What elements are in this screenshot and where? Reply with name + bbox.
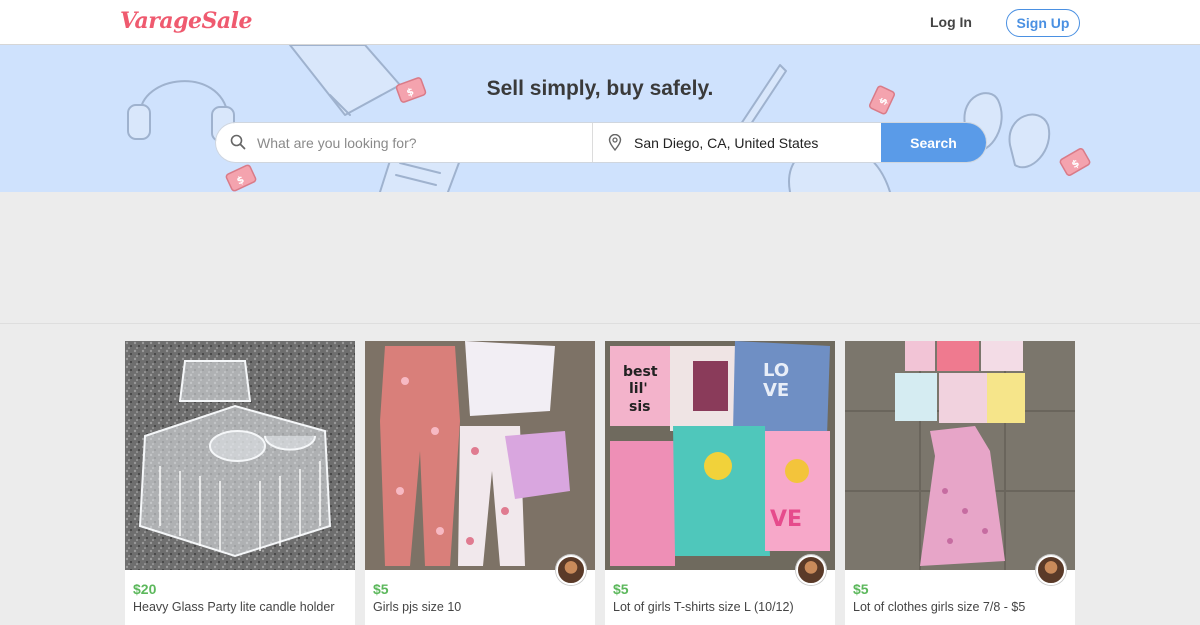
search-icon (230, 134, 246, 150)
search-button[interactable]: Search (881, 123, 986, 162)
location-input[interactable] (593, 123, 881, 162)
svg-text:VE: VE (770, 507, 802, 532)
seller-avatar[interactable] (556, 555, 586, 585)
svg-text:best: best (623, 364, 658, 380)
hero-banner: $ $ $ $ Sell simply, buy safely. Search (0, 45, 1200, 192)
location-pin-icon (608, 134, 622, 151)
listing-photo (125, 341, 355, 570)
listing-photo (845, 341, 1075, 570)
search-input[interactable] (216, 123, 592, 162)
listing-photo (365, 341, 595, 570)
svg-text:LO: LO (763, 360, 789, 381)
listing-price: $5 (373, 581, 389, 597)
listing-card[interactable]: $5 Girls pjs size 10 (365, 341, 595, 625)
listing-card[interactable]: best lil' sis LO VE VE $5 Lot of girls T-sh… (605, 341, 835, 625)
login-link[interactable]: Log In (930, 14, 972, 30)
svg-text:lil': lil' (629, 381, 648, 397)
signup-button[interactable]: Sign Up (1006, 9, 1080, 37)
listing-card[interactable]: $5 Lot of clothes girls size 7/8 - $5 (845, 341, 1075, 625)
ad-placeholder (0, 192, 1200, 324)
listing-title: Heavy Glass Party lite candle holder (133, 600, 335, 614)
hero-illustration: $ $ $ $ (127, 45, 1091, 192)
listings-grid: $20 Heavy Glass Party lite candle holder… (125, 341, 1075, 625)
listing-price: $5 (613, 581, 629, 597)
search-bar: Search (216, 123, 986, 162)
keyword-search-field[interactable] (216, 123, 593, 162)
svg-text:VE: VE (763, 380, 789, 401)
seller-avatar[interactable] (1036, 555, 1066, 585)
listing-price: $20 (133, 581, 157, 597)
svg-text:sis: sis (629, 399, 650, 415)
listing-title: Lot of clothes girls size 7/8 - $5 (853, 600, 1026, 614)
seller-avatar[interactable] (796, 555, 826, 585)
varagesale-logo[interactable]: VarageSale (120, 8, 253, 34)
location-field[interactable] (593, 123, 881, 162)
hero-tagline: Sell simply, buy safely. (486, 77, 714, 100)
listing-title: Lot of girls T-shirts size L (10/12) (613, 600, 794, 614)
listing-title: Girls pjs size 10 (373, 600, 462, 614)
top-navigation-bar: VarageSale Log In Sign Up (0, 0, 1200, 45)
listing-price: $5 (853, 581, 869, 597)
listing-photo: bestlil'sis LOVE VE (605, 341, 835, 570)
listing-card[interactable]: $20 Heavy Glass Party lite candle holder (125, 341, 355, 625)
